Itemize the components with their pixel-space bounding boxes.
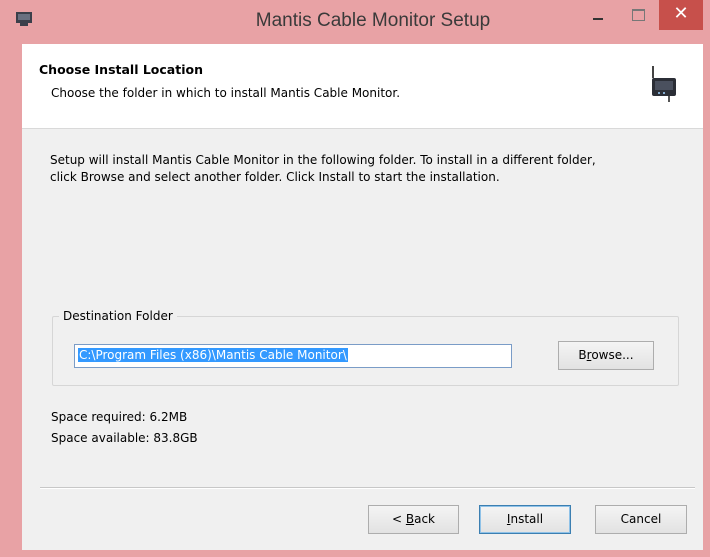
intro-text: Setup will install Mantis Cable Monitor … [50,152,690,186]
close-icon: ✕ [673,3,689,24]
footer-divider [40,487,695,489]
client-area: Choose Install Location Choose the folde… [22,44,703,550]
back-label-prefix: < [391,512,406,526]
title-bar[interactable]: Mantis Cable Monitor Setup ✕ [0,0,710,44]
intro-line-1: Setup will install Mantis Cable Monitor … [50,153,596,167]
destination-path-input[interactable]: C:\Program Files (x86)\Mantis Cable Moni… [74,344,512,368]
minimize-button[interactable] [578,0,618,30]
maximize-button[interactable] [618,0,658,30]
install-label-suffix: nstall [510,512,544,526]
intro-line-2: click Browse and select another folder. … [50,170,500,184]
cancel-button[interactable]: Cancel [595,505,687,534]
space-required: Space required: 6.2MB [51,410,188,424]
minimize-icon [593,18,603,20]
back-label-suffix: ack [414,512,435,526]
page-subtitle: Choose the folder in which to install Ma… [51,86,401,100]
close-button[interactable]: ✕ [659,0,703,30]
space-available: Space available: 83.8GB [51,431,198,445]
page-title: Choose Install Location [39,62,203,77]
destination-legend: Destination Folder [59,309,177,323]
destination-path-value: C:\Program Files (x86)\Mantis Cable Moni… [78,348,348,362]
maximize-icon [632,9,645,21]
wizard-header: Choose Install Location Choose the folde… [22,44,703,129]
back-button[interactable]: < Back [368,505,459,534]
browse-label-prefix: B [578,348,587,362]
browse-button[interactable]: Browse... [558,341,654,370]
destination-group: Destination Folder C:\Program Files (x86… [52,309,679,386]
install-button[interactable]: Install [479,505,571,534]
setup-window: Mantis Cable Monitor Setup ✕ Choose Inst… [0,0,710,557]
back-accelerator: B [405,512,415,526]
device-icon [652,66,676,102]
browse-label-suffix: owse... [591,348,634,362]
